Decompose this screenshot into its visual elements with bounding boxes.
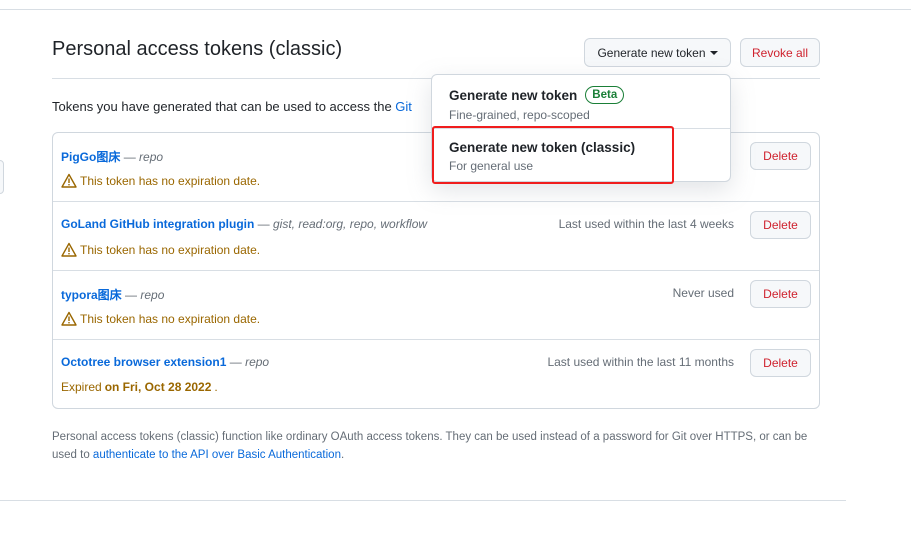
top-divider (0, 9, 911, 10)
expired-label: Expired (61, 380, 102, 394)
token-name-line: GoLand GitHub integration plugin — gist,… (61, 217, 428, 231)
token-scopes: repo (139, 150, 164, 164)
token-link[interactable]: typora图床 (61, 288, 122, 302)
expired-date: on Fri, Oct 28 2022 (104, 380, 212, 394)
generate-new-token-button[interactable]: Generate new token (584, 38, 731, 67)
expiration-warning: This token has no expiration date. (61, 242, 260, 257)
last-used: Never used (672, 286, 734, 300)
last-used: Last used within the last 4 weeks (558, 217, 734, 231)
page-title: Personal access tokens (classic) (52, 38, 343, 60)
beta-badge: Beta (585, 86, 625, 104)
token-link[interactable]: GoLand GitHub integration plugin (61, 217, 254, 231)
intro-copy: Tokens you have generated that can be us… (52, 99, 396, 114)
token-scopes: gist, read:org, repo, workflow (273, 217, 428, 231)
caret-down-icon (709, 50, 718, 55)
token-row: typora图床 — repo This token has no expira… (53, 271, 819, 340)
delete-button[interactable]: Delete (750, 142, 811, 170)
expiration-warning: This token has no expiration date. (61, 173, 260, 188)
token-name-line: Octotree browser extension1 — repo (61, 355, 270, 369)
token-scopes: repo (245, 355, 270, 369)
warning-text: This token has no expiration date. (80, 173, 261, 188)
footer-note: Personal access tokens (classic) functio… (52, 428, 832, 464)
token-link[interactable]: Octotree browser extension1 (61, 355, 226, 369)
token-name-line: PigGo图床 — repo (61, 150, 164, 164)
intro-text: Tokens you have generated that can be us… (52, 99, 412, 114)
alert-icon (61, 242, 77, 257)
token-scopes: repo (140, 288, 165, 302)
delete-button[interactable]: Delete (750, 211, 811, 239)
expiration-warning: This token has no expiration date. (61, 311, 260, 326)
footer-end: . (340, 449, 345, 461)
last-used: Last used within the last 11 months (547, 355, 734, 369)
revoke-all-button[interactable]: Revoke all (740, 38, 820, 67)
warning-text: This token has no expiration date. (80, 311, 261, 326)
delete-button[interactable]: Delete (750, 349, 811, 377)
token-row: Octotree browser extension1 — repo Expir… (53, 340, 819, 409)
menu-item-title: Generate new token (449, 87, 578, 103)
alert-icon (61, 173, 77, 188)
sidebar-edge (0, 160, 4, 194)
intro-link[interactable]: Git (395, 99, 412, 114)
highlight-box (432, 126, 674, 184)
warning-text: This token has no expiration date. (80, 242, 261, 257)
bottom-divider (0, 500, 846, 501)
expired-note: Expired on Fri, Oct 28 2022. (61, 380, 218, 394)
generate-label: Generate new token (597, 45, 706, 60)
token-link[interactable]: PigGo图床 (61, 150, 120, 164)
basic-auth-link[interactable]: authenticate to the API over Basic Authe… (93, 449, 341, 461)
alert-icon (61, 311, 77, 326)
token-row: GoLand GitHub integration plugin — gist,… (53, 202, 819, 271)
delete-button[interactable]: Delete (750, 280, 811, 308)
token-name-line: typora图床 — repo (61, 288, 165, 302)
menu-item-fine-grained[interactable]: Generate new token Beta Fine-grained, rep… (432, 75, 730, 129)
menu-item-subtitle: Fine-grained, repo-scoped (449, 108, 590, 122)
